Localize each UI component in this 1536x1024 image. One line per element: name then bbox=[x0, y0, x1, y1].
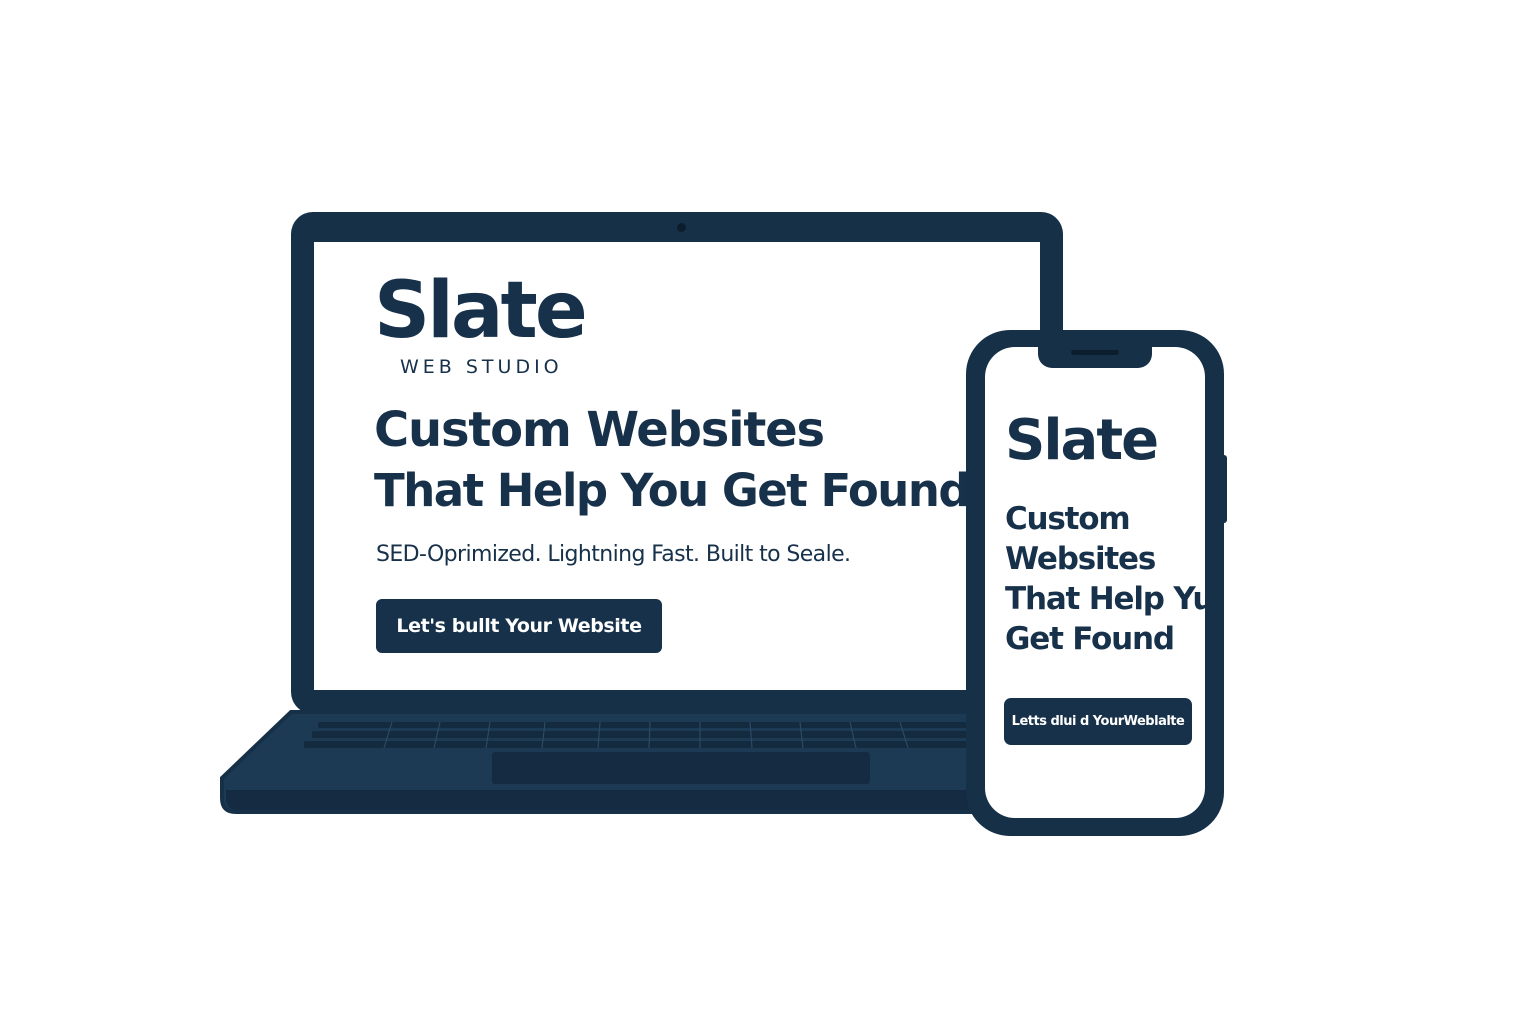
phone-headline-line-4: Get Found bbox=[1005, 621, 1175, 657]
phone-headline-line-2: Websites bbox=[1005, 541, 1156, 577]
brand-logo[interactable]: Slate bbox=[374, 272, 588, 350]
phone-build-website-button[interactable]: Letts dlui d YourWeblalte bbox=[1004, 698, 1192, 745]
speaker-icon bbox=[1071, 350, 1119, 355]
hero-tagline: SED-Oprimized. Lightning Fast. Built to … bbox=[376, 542, 851, 567]
phone-headline-line-3: That Help Yu bbox=[1005, 581, 1205, 617]
hero-headline: Custom Websites That Help You Get Found bbox=[374, 402, 971, 517]
hero-headline-line-2: That Help You Get Found bbox=[374, 464, 971, 517]
phone-brand-logo[interactable]: Slate bbox=[1005, 413, 1159, 469]
phone-headline-line-1: Custom bbox=[1005, 501, 1131, 537]
hero-headline-line-1: Custom Websites bbox=[374, 402, 825, 458]
phone-screen: Slate Custom Websites That Help Yu Get F… bbox=[985, 347, 1205, 818]
brand-logo-subtitle: WEB STUDIO bbox=[400, 356, 563, 378]
phone-notch bbox=[1038, 344, 1152, 368]
camera-icon bbox=[677, 223, 686, 232]
phone-hero-headline: Custom Websites That Help Yu Get Found bbox=[1005, 499, 1205, 659]
trackpad bbox=[492, 752, 870, 784]
laptop-screen: Slate WEB STUDIO Custom Websites That He… bbox=[314, 242, 1040, 690]
keyboard-keys bbox=[304, 722, 980, 748]
device-mockup-scene: Slate WEB STUDIO Custom Websites That He… bbox=[0, 0, 1536, 1024]
build-website-button[interactable]: Let's bullt Your Website bbox=[376, 599, 662, 653]
